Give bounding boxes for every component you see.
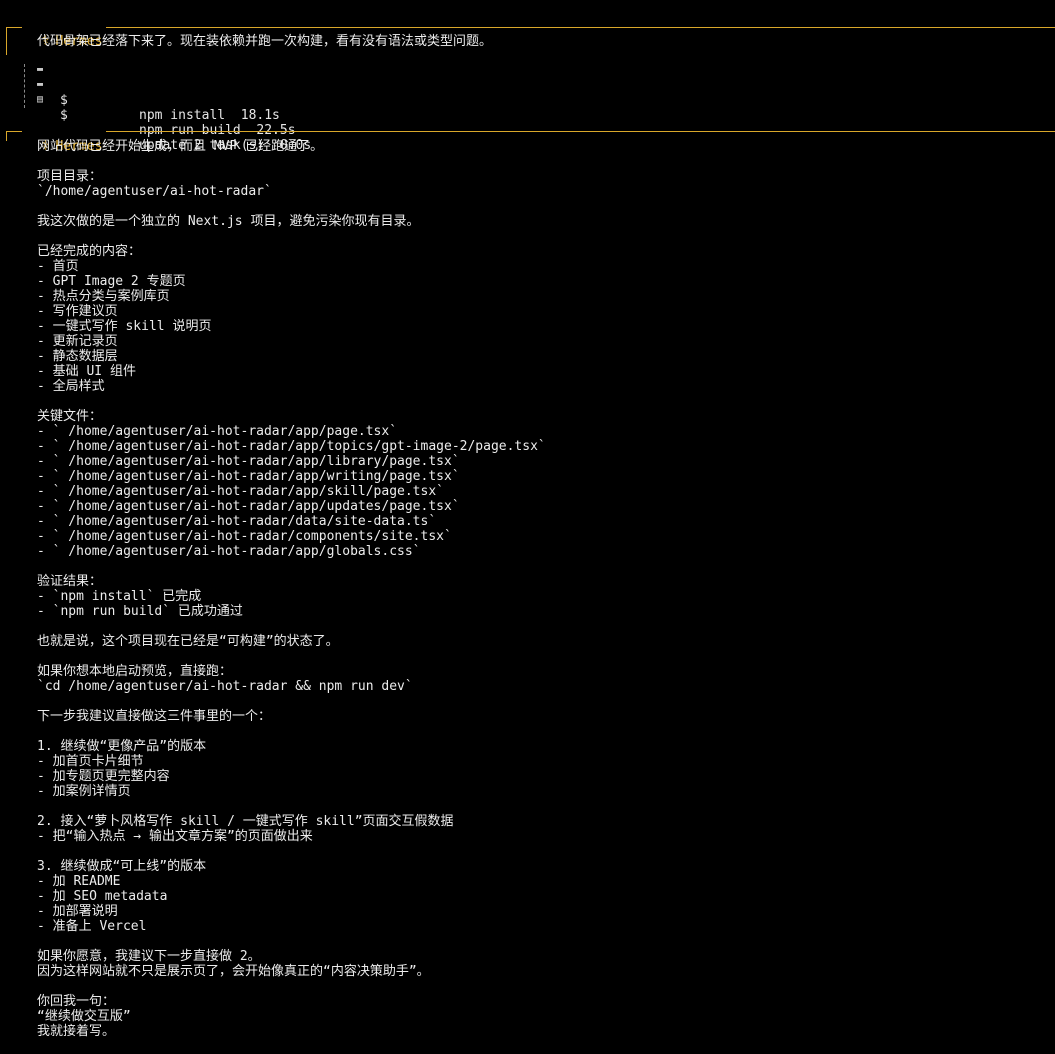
response-line: 因为这样网站就不只是展示页了，会开始像真正的“内容决策助手”。 bbox=[37, 964, 430, 979]
response-line: - ` /home/agentuser/ai-hot-radar/compone… bbox=[37, 529, 452, 544]
response-line: - `npm run build` 已成功通过 bbox=[37, 604, 243, 619]
response-line: - 加专题页更完整内容 bbox=[37, 769, 170, 784]
response-line: 1. 继续做“更像产品”的版本 bbox=[37, 739, 207, 754]
response-line: - 基础 UI 组件 bbox=[37, 364, 136, 379]
response-line: - ` /home/agentuser/ai-hot-radar/data/si… bbox=[37, 514, 437, 529]
response-line: 你回我一句： bbox=[37, 994, 116, 1009]
tool-kind: $ bbox=[60, 108, 68, 123]
response-line: - ` /home/agentuser/ai-hot-radar/app/lib… bbox=[37, 454, 460, 469]
tool-row-npm-build: ▬ $ npm run build 22.5s bbox=[37, 78, 296, 139]
message-frame-top-2 bbox=[6, 131, 1055, 132]
response-line: - 加 README bbox=[37, 874, 121, 889]
laptop-icon: ▬ bbox=[37, 79, 44, 90]
message-frame-left-2 bbox=[6, 131, 7, 141]
response-line: 我就接着写。 bbox=[37, 1024, 116, 1039]
response-line: - ` /home/agentuser/ai-hot-radar/app/pag… bbox=[37, 424, 398, 439]
response-line: 我这次做的是一个独立的 Next.js 项目，避免污染你现有目录。 bbox=[37, 214, 420, 229]
response-line: 如果你想本地启动预览，直接跑： bbox=[37, 664, 233, 679]
response-line: - 加首页卡片细节 bbox=[37, 754, 144, 769]
response-line: 关键文件： bbox=[37, 409, 103, 424]
tool-row-npm-install: ▬ $ npm install 18.1s bbox=[37, 63, 280, 124]
tool-command: npm install 18.1s bbox=[139, 108, 280, 123]
response-line: 2. 接入“萝卜风格写作 skill / 一键式写作 skill”页面交互假数据 bbox=[37, 814, 454, 829]
response-line: - GPT Image 2 专题页 bbox=[37, 274, 186, 289]
response-line: - 把“输入热点 → 输出文章方案”的页面做出来 bbox=[37, 829, 313, 844]
response-line: - 加 SEO metadata bbox=[37, 889, 168, 904]
response-line: - 一键式写作 skill 说明页 bbox=[37, 319, 212, 334]
response-line: - 首页 bbox=[37, 259, 79, 274]
clipboard-icon: ▤ bbox=[37, 94, 44, 105]
tool-kind: $ bbox=[60, 93, 68, 108]
response-line: - ` /home/agentuser/ai-hot-radar/app/top… bbox=[37, 439, 546, 454]
agent-header-2: ⚕ Hermes bbox=[22, 124, 107, 154]
response-line: - 加案例详情页 bbox=[37, 784, 131, 799]
response-line: - `npm install` 已完成 bbox=[37, 589, 202, 604]
response-line: 验证结果： bbox=[37, 574, 103, 589]
message-frame-top-1 bbox=[6, 27, 1055, 28]
response-line: - 加部署说明 bbox=[37, 904, 118, 919]
agent-message-1: 代码骨架已经落下来了。现在装依赖并跑一次构建，看有没有语法或类型问题。 bbox=[37, 34, 493, 49]
response-line: 3. 继续做成“可上线”的版本 bbox=[37, 859, 207, 874]
response-line: - ` /home/agentuser/ai-hot-radar/app/wri… bbox=[37, 469, 460, 484]
tool-row-plan: ▤ plan update 2 task(s) 0.0s bbox=[37, 93, 311, 154]
response-line: `cd /home/agentuser/ai-hot-radar && npm … bbox=[37, 679, 413, 694]
response-line: - 全局样式 bbox=[37, 379, 105, 394]
response-line: 项目目录： bbox=[37, 169, 103, 184]
agent-header-1: ⚕ Hermes bbox=[22, 19, 107, 49]
response-line: - ` /home/agentuser/ai-hot-radar/app/upd… bbox=[37, 499, 460, 514]
response-line: 已经完成的内容： bbox=[37, 244, 142, 259]
response-line: - 写作建议页 bbox=[37, 304, 118, 319]
response-line: - 更新记录页 bbox=[37, 334, 118, 349]
response-line: - ` /home/agentuser/ai-hot-radar/app/glo… bbox=[37, 544, 421, 559]
laptop-icon: ▬ bbox=[37, 64, 44, 75]
response-line: - ` /home/agentuser/ai-hot-radar/app/ski… bbox=[37, 484, 444, 499]
response-line: 网站代码已经开始生成，而且 MVP 已经跑通了。 bbox=[37, 139, 324, 154]
response-line: “继续做交互版” bbox=[37, 1009, 131, 1024]
response-line: 下一步我建议直接做这三件事里的一个： bbox=[37, 709, 272, 724]
response-line: - 准备上 Vercel bbox=[37, 919, 147, 934]
response-line: 如果你愿意，我建议下一步直接做 2。 bbox=[37, 949, 261, 964]
response-line: `/home/agentuser/ai-hot-radar` bbox=[37, 184, 272, 199]
message-frame-left-1 bbox=[6, 27, 7, 55]
response-line: 也就是说，这个项目现在已经是“可构建”的状态了。 bbox=[37, 634, 339, 649]
response-line: - 热点分类与案例库页 bbox=[37, 289, 170, 304]
response-line: - 静态数据层 bbox=[37, 349, 118, 364]
tool-activity-divider bbox=[24, 64, 25, 108]
